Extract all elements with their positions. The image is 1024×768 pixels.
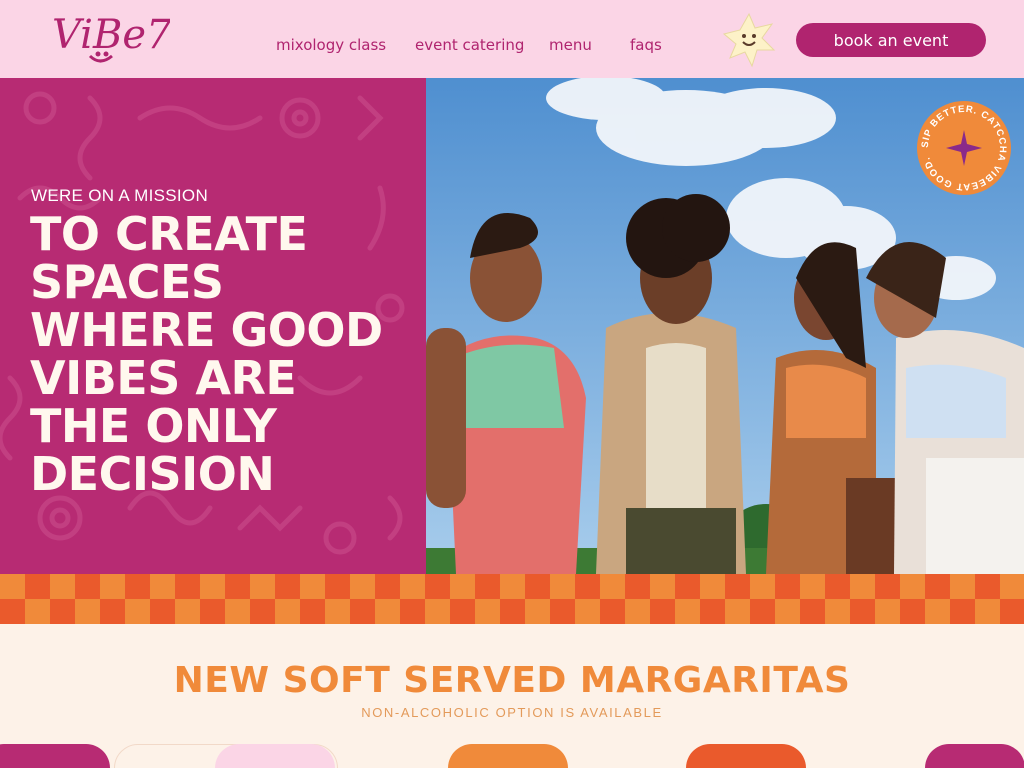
product-card[interactable] xyxy=(215,744,335,768)
nav-mixology-class[interactable]: mixology class xyxy=(276,36,386,54)
section-title: NEW SOFT SERVED MARGARITAS xyxy=(173,660,851,701)
nav-event-catering[interactable]: event catering xyxy=(415,36,524,54)
sip-better-badge: SIP BETTER. CATCCHA VIBEEAT GOOD. xyxy=(916,100,1012,196)
logo-text: ViBe7 xyxy=(52,12,170,58)
site-header: ViBe7 mixology class event catering menu… xyxy=(0,0,1024,78)
star-mascot-icon xyxy=(722,12,776,68)
product-cards-row xyxy=(0,744,1024,768)
section-subtitle: NON-ALCOHOLIC OPTION IS AVAILABLE xyxy=(361,705,663,720)
nav-menu[interactable]: menu xyxy=(549,36,592,54)
mission-headline: TO CREATE SPACES WHERE GOOD VIBES ARE TH… xyxy=(30,207,383,501)
product-card[interactable] xyxy=(925,744,1024,768)
product-card[interactable] xyxy=(686,744,806,768)
product-card[interactable] xyxy=(0,744,110,768)
nav-faqs[interactable]: faqs xyxy=(630,36,662,54)
hero-photo: SIP BETTER. CATCCHA VIBEEAT GOOD. xyxy=(426,78,1024,574)
product-card[interactable] xyxy=(448,744,568,768)
checkerboard-divider xyxy=(0,574,1024,624)
mission-eyebrow: WERE ON A MISSION xyxy=(31,186,209,205)
hero-mission-panel: WERE ON A MISSION TO CREATE SPACES WHERE… xyxy=(0,78,426,574)
brand-logo[interactable]: ViBe7 xyxy=(50,8,172,70)
book-event-button[interactable]: book an event xyxy=(796,23,986,57)
